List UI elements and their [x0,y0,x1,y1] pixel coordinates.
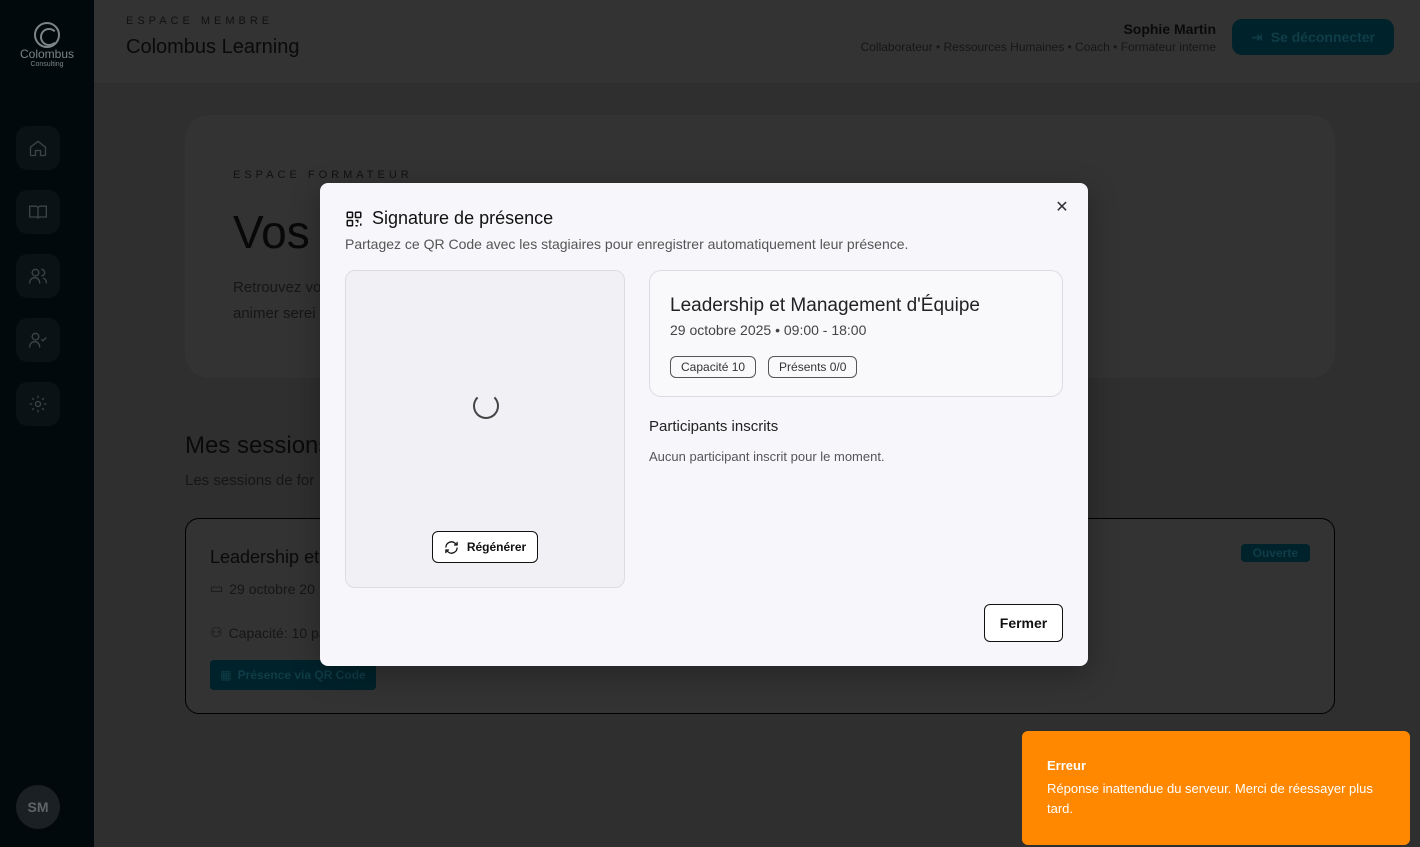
header: ESPACE MEMBRE Colombus Learning Sophie M… [94,0,1420,84]
nav-attendance[interactable] [16,318,60,362]
participants-empty: Aucun participant inscrit pour le moment… [649,449,885,464]
nav-users[interactable] [16,254,60,298]
qr-code-icon [346,211,362,226]
toast-message: Réponse inattendue du serveur. Merci de … [1047,781,1373,816]
session-capacity: Capacité: 10 pa [228,624,327,641]
session-info-title: Leadership et Management d'Équipe [670,295,980,316]
logout-icon: ⇥ [1251,28,1263,45]
session-date: 29 octobre 20 [229,580,315,597]
header-eyebrow: ESPACE MEMBRE [126,15,274,27]
home-icon [29,140,47,157]
qr-presence-label: Présence via QR Code [237,668,366,682]
app-title: Colombus Learning [126,36,300,58]
gear-icon [29,395,47,413]
book-icon [29,205,47,219]
qr-panel: Régénérer [345,270,625,588]
hero-text-1: Retrouvez vo [233,279,322,296]
logout-button[interactable]: ⇥ Se déconnecter [1232,19,1394,55]
logo-sub: Consulting [30,61,64,68]
user-info: Sophie Martin Collaborateur • Ressources… [861,21,1216,54]
users-icon: ⚇ [210,624,223,640]
present-tag: Présents 0/0 [768,356,858,378]
qr-code-icon: ▦ [220,668,232,682]
sessions-title: Mes sessions [185,432,331,459]
logo-mark-icon [34,22,60,48]
hero-text-2: animer serei [233,305,316,322]
nav-home[interactable] [16,126,60,170]
user-check-icon [29,332,47,348]
regenerate-label: Régénérer [466,540,527,554]
hero-eyebrow: ESPACE FORMATEUR [233,169,413,181]
error-toast[interactable]: Erreur Réponse inattendue du serveur. Me… [1022,731,1410,845]
close-icon[interactable]: ✕ [1054,200,1070,216]
session-info-card: Leadership et Management d'Équipe 29 oct… [649,270,1063,397]
hero-title: Vos [233,206,310,258]
calendar-icon: ▭ [210,580,224,596]
user-roles: Collaborateur • Ressources Humaines • Co… [860,40,1216,54]
logo: Colombus Consulting [10,22,84,68]
attendance-modal: Signature de présence Partagez ce QR Cod… [320,183,1088,666]
logo-name: Colombus [19,47,75,61]
logout-label: Se déconnecter [1270,29,1375,45]
participants-heading: Participants inscrits [649,418,779,435]
user-name: Sophie Martin [1123,21,1216,37]
regenerate-button[interactable]: Régénérer [432,531,538,563]
sessions-subtitle: Les sessions de for [185,472,315,489]
close-button[interactable]: Fermer [984,604,1063,642]
status-badge: Ouverte [1240,544,1310,562]
users-icon [29,268,47,284]
session-info-datetime: 29 octobre 2025 • 09:00 - 18:00 [670,322,867,338]
avatar[interactable]: SM [16,785,60,829]
modal-description: Partagez ce QR Code avec les stagiaires … [345,236,909,252]
refresh-icon [445,540,458,554]
modal-title: Signature de présence [372,208,554,228]
capacity-tag: Capacité 10 [670,356,757,378]
toast-title: Erreur [1047,758,1087,773]
sidebar: Colombus Consulting SM [0,0,94,847]
nav-settings[interactable] [16,382,60,426]
nav-courses[interactable] [16,190,60,234]
loading-spinner-icon [473,393,499,419]
